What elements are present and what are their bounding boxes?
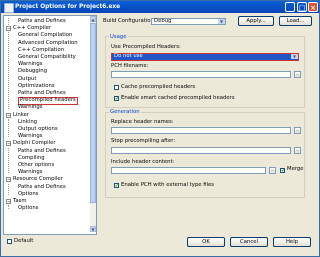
project-options-window: Project Options for Project6.exe _ □ × P… xyxy=(0,0,320,257)
tree-item[interactable]: Paths and Defines xyxy=(18,184,66,191)
tree-scrollbar[interactable]: ▲ ▼ xyxy=(90,16,96,232)
tree-item[interactable]: Linking xyxy=(18,119,37,126)
tree-connector xyxy=(8,147,9,174)
merge-checkbox[interactable]: ✔ xyxy=(280,168,285,174)
tree-connector xyxy=(8,18,9,30)
tree-item[interactable]: Optimizations xyxy=(18,83,55,90)
build-config-label: Build Configuration: xyxy=(103,18,156,24)
tree-item[interactable]: Output options xyxy=(18,126,58,133)
tree-item[interactable]: Warnings xyxy=(18,61,43,68)
default-label: Default xyxy=(14,238,34,244)
tree-connector xyxy=(8,183,9,195)
stop-after-input[interactable] xyxy=(111,147,291,154)
close-button[interactable]: × xyxy=(308,2,318,12)
generation-group-title: Generation xyxy=(109,109,141,116)
help-button[interactable]: Help xyxy=(273,237,311,247)
tree-connector xyxy=(8,118,9,138)
collapse-icon[interactable]: − xyxy=(6,177,11,183)
use-pch-select[interactable]: Do not use ▼ xyxy=(111,53,299,61)
tree-category[interactable]: Linker xyxy=(13,112,29,119)
replace-header-label: Replace header names: xyxy=(111,119,174,125)
tree-item[interactable]: Other options xyxy=(18,162,54,169)
tree-item[interactable]: Output xyxy=(18,76,36,83)
tree-category[interactable]: C++ Compiler xyxy=(13,25,51,32)
tree-item[interactable]: Debugging xyxy=(18,68,47,75)
tree-item[interactable]: Warnings xyxy=(18,169,43,176)
tree-item[interactable]: Advanced Compilation xyxy=(18,40,78,47)
tree-item[interactable]: Compiling xyxy=(18,155,45,162)
external-type-files-label: Enable PCH with external type files xyxy=(121,182,215,188)
apply-button[interactable]: Apply... xyxy=(238,16,274,26)
tree-connector xyxy=(8,205,9,210)
maximize-button[interactable]: □ xyxy=(297,2,307,12)
load-button[interactable]: Load... xyxy=(279,16,312,26)
scroll-thumb[interactable] xyxy=(90,23,96,203)
stop-after-label: Stop precompiling after: xyxy=(111,138,176,144)
scroll-up-icon[interactable]: ▲ xyxy=(90,16,96,22)
build-config-value: Debug xyxy=(154,18,172,24)
options-tree[interactable]: Paths and Defines − C++ Compiler General Co… xyxy=(3,15,97,235)
cache-pch-label: Cache precompiled headers xyxy=(121,84,196,90)
minimize-button[interactable]: _ xyxy=(285,2,295,12)
stop-after-browse-button[interactable]: ... xyxy=(294,147,301,154)
pch-filename-browse-button[interactable]: ... xyxy=(294,71,301,78)
merge-label: Merge xyxy=(287,166,304,172)
default-checkbox[interactable] xyxy=(7,239,12,244)
app-icon xyxy=(4,3,14,13)
tree-item[interactable]: Options xyxy=(18,191,38,198)
tree-item[interactable]: Warnings xyxy=(18,104,43,111)
pch-filename-input[interactable] xyxy=(111,71,291,78)
pch-filename-label: PCH filename: xyxy=(111,63,149,69)
include-content-label: Include header content: xyxy=(111,159,175,165)
smart-cache-checkbox[interactable]: ✔ xyxy=(114,96,119,102)
cache-pch-checkbox[interactable] xyxy=(114,85,119,90)
tree-item[interactable]: Paths and Defines xyxy=(18,18,66,25)
include-content-input[interactable] xyxy=(111,167,266,174)
tree-item[interactable]: Paths and Defines xyxy=(18,90,66,97)
tree-item[interactable]: Options xyxy=(18,205,38,212)
tree-item[interactable]: Warnings xyxy=(18,133,43,140)
replace-header-browse-button[interactable]: ... xyxy=(294,127,301,134)
chevron-down-icon: ▼ xyxy=(218,19,225,24)
use-pch-label: Use Precompiled Headers: xyxy=(111,44,181,50)
tree-item[interactable]: General Compatibility xyxy=(18,54,76,61)
tree-category[interactable]: Delphi Compiler xyxy=(13,140,56,147)
tree-item[interactable]: Paths and Defines xyxy=(18,148,66,155)
use-pch-value: Do not use xyxy=(114,53,143,59)
collapse-icon[interactable]: − xyxy=(6,199,11,205)
tree-item[interactable]: C++ Compilation xyxy=(18,47,64,54)
smart-cache-label: Enable smart cached precompiled headers xyxy=(121,95,235,101)
tree-connector xyxy=(8,32,9,109)
replace-header-input[interactable] xyxy=(111,127,291,134)
title-bar: Project Options for Project6.exe _ □ × xyxy=(1,1,319,13)
build-config-select[interactable]: Debug ▼ xyxy=(151,18,226,25)
cancel-button[interactable]: Cancel xyxy=(230,237,268,247)
include-content-browse-button[interactable]: ... xyxy=(269,167,276,174)
ok-button[interactable]: OK xyxy=(187,237,225,247)
tree-category[interactable]: Tasm xyxy=(13,198,27,205)
window-title: Project Options for Project6.exe xyxy=(15,4,121,10)
chevron-down-icon: ▼ xyxy=(291,54,298,59)
scroll-down-icon[interactable]: ▼ xyxy=(90,226,96,232)
tree-category[interactable]: Resource Compiler xyxy=(13,176,63,183)
tree-item[interactable]: General Compilation xyxy=(18,32,72,39)
collapse-icon[interactable]: − xyxy=(6,112,11,118)
external-type-files-checkbox[interactable]: ✔ xyxy=(114,183,119,189)
usage-group-title: Usage xyxy=(109,34,128,41)
collapse-icon[interactable]: − xyxy=(6,141,11,147)
